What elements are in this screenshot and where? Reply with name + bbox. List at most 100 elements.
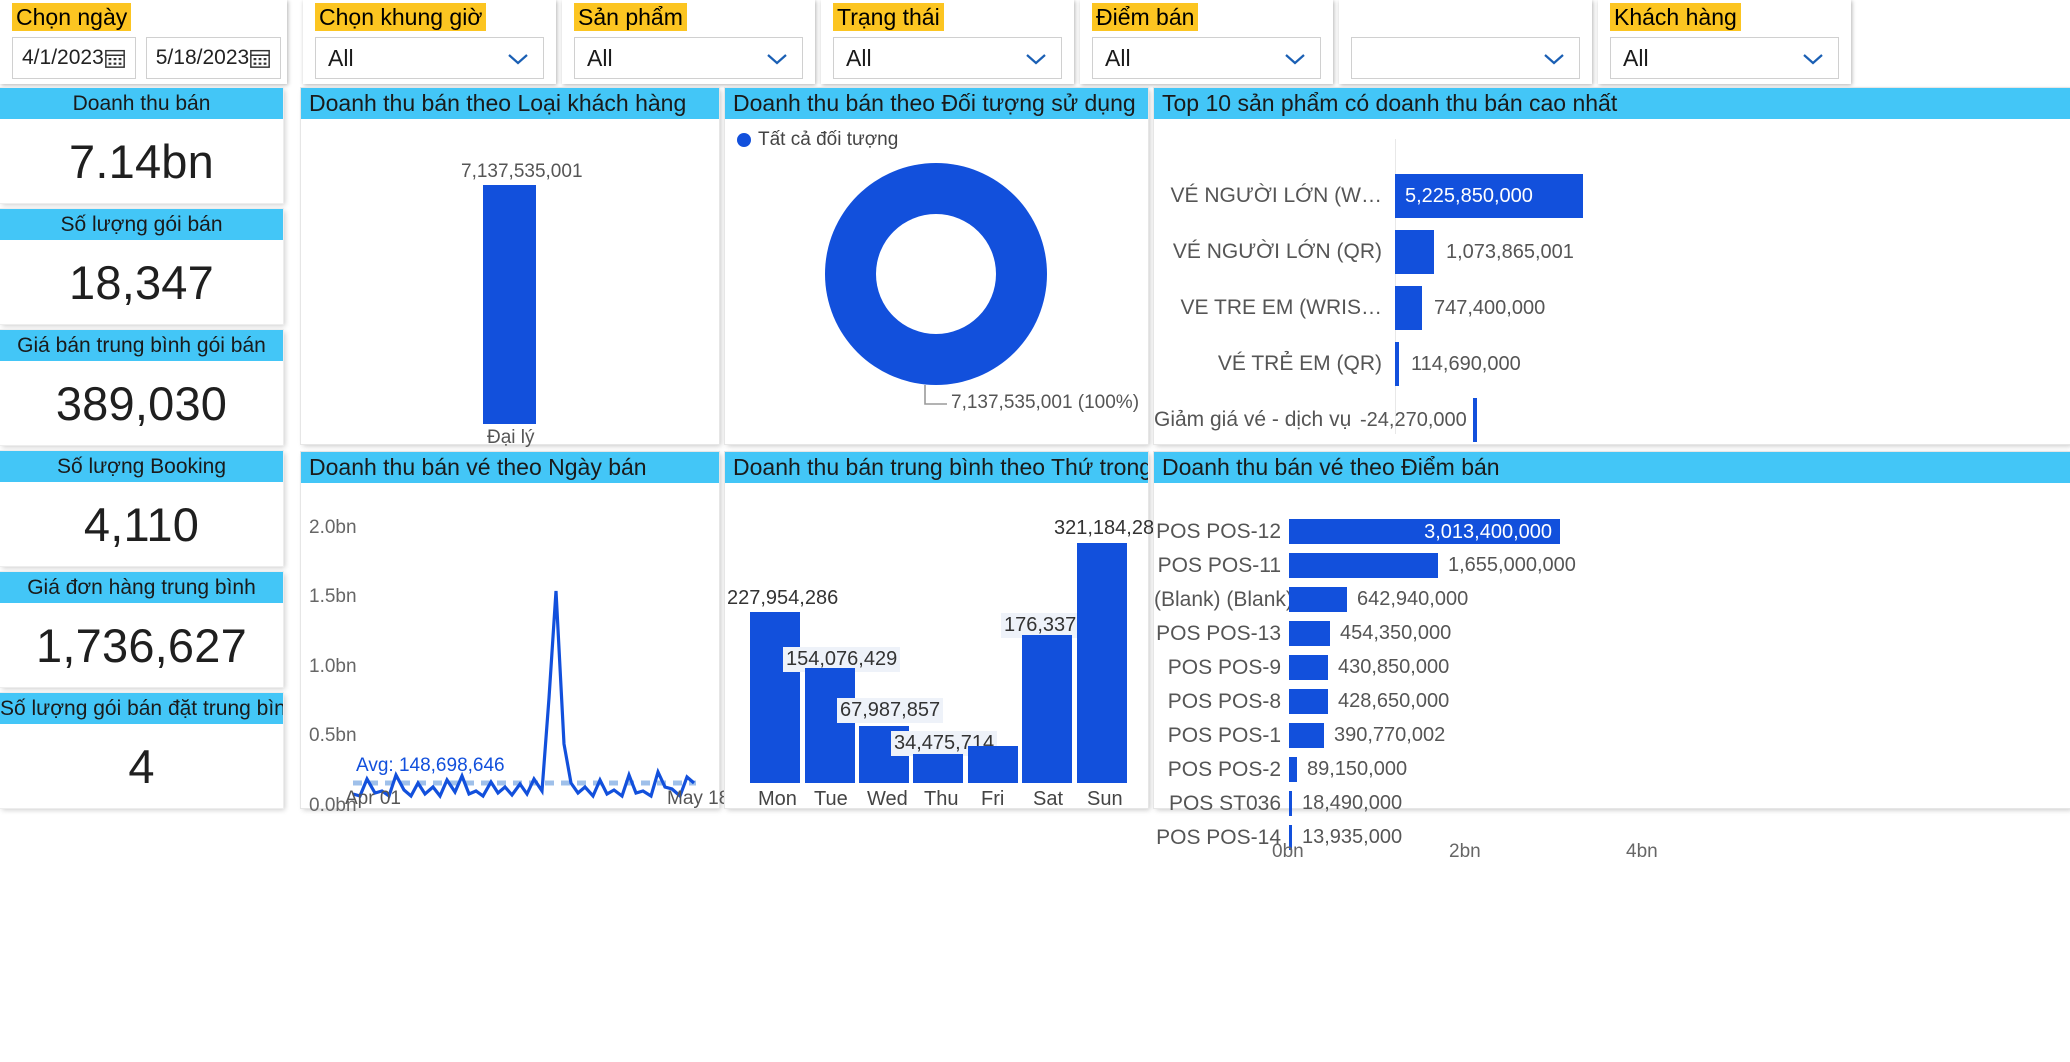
- filter-status-select[interactable]: All: [833, 37, 1062, 79]
- product-bar[interactable]: 5,225,850,000: [1395, 174, 1583, 218]
- pos-bar[interactable]: [1289, 689, 1328, 714]
- filter-status-2[interactable]: [1339, 0, 1592, 84]
- pos-row[interactable]: POS ST036 18,490,000: [1154, 791, 2070, 816]
- pos-label: POS POS-13: [1156, 621, 1281, 645]
- kpi-card-avg-order-price[interactable]: Giá đơn hàng trung bình 1,736,627: [0, 572, 283, 687]
- pos-label: POS POS-11: [1157, 553, 1281, 577]
- weekday-bar-sun[interactable]: [1077, 543, 1127, 783]
- filter-customer-select[interactable]: All: [1610, 37, 1839, 79]
- filter-customer-label: Khách hàng: [1610, 3, 1741, 31]
- panel-title: Top 10 sản phẩm có doanh thu bán cao nhấ…: [1154, 88, 2070, 119]
- pos-bar[interactable]: [1289, 723, 1324, 748]
- filter-date[interactable]: Chọn ngày 4/1/2023 5/18/2023: [0, 0, 287, 84]
- pos-bar[interactable]: [1289, 791, 1292, 816]
- chart-revenue-by-pos[interactable]: POS POS-12 3,013,400,000 POS POS-11 1,65…: [1154, 483, 2070, 862]
- product-bar[interactable]: [1395, 342, 1399, 386]
- dashboard-root: Chọn ngày 4/1/2023 5/18/2023 Chọn khung …: [0, 0, 2070, 1062]
- product-row[interactable]: VE TRE EM (WRIS… 747,400,000: [1154, 286, 2070, 330]
- product-row[interactable]: VÉ NGƯỜI LỚN (W… 5,225,850,000: [1154, 174, 2070, 218]
- filter-spacer-select[interactable]: [1351, 37, 1580, 79]
- pos-label: POS POS-14: [1156, 825, 1281, 849]
- donut-hole: [876, 214, 996, 334]
- panel-top-products[interactable]: Top 10 sản phẩm có doanh thu bán cao nhấ…: [1154, 88, 2070, 444]
- product-label: VÉ NGƯỜI LỚN (QR): [1172, 240, 1382, 263]
- product-row[interactable]: VÉ TRẺ EM (QR) 114,690,000: [1154, 342, 2070, 386]
- kpi-title: Số lượng gói bán đặt trung bình: [0, 693, 283, 724]
- pos-value: 390,770,002: [1334, 724, 1446, 746]
- chart-revenue-by-weekday[interactable]: 227,954,286 Mon 154,076,429 Tue 67,987,8…: [725, 483, 1165, 810]
- weekday-bar-mon[interactable]: [750, 612, 800, 783]
- pos-value: 3,013,400,000: [1424, 521, 1552, 543]
- weekday-bar-fri[interactable]: [968, 746, 1018, 783]
- filter-timeslot-select[interactable]: All: [315, 37, 544, 79]
- filter-timeslot[interactable]: Chọn khung giờ All: [303, 0, 556, 84]
- panel-title: Doanh thu bán trung bình theo Thứ trong …: [725, 452, 1148, 483]
- date-to-input[interactable]: 5/18/2023: [145, 37, 282, 79]
- product-bar[interactable]: [1395, 286, 1422, 330]
- chart-customer-type[interactable]: 7,137,535,001 Đại lý: [301, 119, 719, 448]
- product-value: 747,400,000: [1434, 296, 1546, 319]
- chart-top-products[interactable]: VÉ NGƯỜI LỚN (W… 5,225,850,000 VÉ NGƯỜI …: [1154, 119, 2070, 444]
- filter-customer[interactable]: Khách hàng All: [1598, 0, 1851, 84]
- pos-row[interactable]: POS POS-1 390,770,002: [1154, 723, 2070, 748]
- product-row[interactable]: Giảm giá vé - dịch vụ -24,270,000: [1154, 398, 2070, 442]
- pos-row[interactable]: POS POS-11 1,655,000,000: [1154, 553, 2070, 578]
- pos-row[interactable]: POS POS-13 454,350,000: [1154, 621, 2070, 646]
- kpi-card-avg-packages-per-booking[interactable]: Số lượng gói bán đặt trung bình 4: [0, 693, 283, 808]
- filter-status[interactable]: Trạng thái All: [821, 0, 1074, 84]
- pos-row[interactable]: (Blank) (Blank) 642,940,000: [1154, 587, 2070, 612]
- filter-product-select[interactable]: All: [574, 37, 803, 79]
- panel-revenue-by-audience[interactable]: Doanh thu bán theo Đối tượng sử dụng Tất…: [725, 88, 1148, 444]
- pos-row[interactable]: POS POS-2 89,150,000: [1154, 757, 2070, 782]
- kpi-card-avg-package-price[interactable]: Giá bán trung bình gói bán 389,030: [0, 330, 283, 445]
- pos-bar[interactable]: [1289, 621, 1330, 646]
- filter-product[interactable]: Sản phẩm All: [562, 0, 815, 84]
- kpi-card-booking-count[interactable]: Số lượng Booking 4,110: [0, 451, 283, 566]
- panel-revenue-by-pos[interactable]: Doanh thu bán vé theo Điểm bán POS POS-1…: [1154, 452, 2070, 862]
- date-from-value: 4/1/2023: [22, 46, 104, 69]
- kpi-card-revenue[interactable]: Doanh thu bán 7.14bn: [0, 88, 283, 203]
- product-label: VE TRE EM (WRIS…: [1180, 296, 1382, 319]
- product-label: VÉ TRẺ EM (QR): [1217, 352, 1382, 375]
- panel-title: Doanh thu bán theo Loại khách hàng: [301, 88, 719, 119]
- weekday-bar-tue[interactable]: [805, 668, 855, 783]
- filter-pos[interactable]: Điểm bán All: [1080, 0, 1333, 84]
- filter-customer-value: All: [1623, 44, 1649, 71]
- pos-row[interactable]: POS POS-12 3,013,400,000: [1154, 519, 2070, 544]
- date-from-input[interactable]: 4/1/2023: [12, 37, 136, 79]
- chart-audience-donut[interactable]: Tất cả đối tượng 7,137,535,001 (100%): [725, 119, 1148, 444]
- product-bar[interactable]: [1395, 230, 1434, 274]
- kpi-card-package-count[interactable]: Số lượng gói bán 18,347: [0, 209, 283, 324]
- pos-value: 1,655,000,000: [1448, 554, 1576, 576]
- panel-revenue-by-weekday[interactable]: Doanh thu bán trung bình theo Thứ trong …: [725, 452, 1165, 810]
- pos-row[interactable]: POS POS-9 430,850,000: [1154, 655, 2070, 680]
- weekday-label: Sun: [1087, 788, 1123, 810]
- panel-revenue-by-date[interactable]: Doanh thu bán vé theo Ngày bán 2.0bn 1.5…: [301, 452, 729, 816]
- pos-bar[interactable]: [1289, 587, 1347, 612]
- chart-revenue-by-date[interactable]: 2.0bn 1.5bn 1.0bn 0.5bn 0.0bn Avg: 148,6…: [301, 483, 729, 816]
- pos-bar[interactable]: [1289, 757, 1297, 782]
- pos-label: POS POS-8: [1167, 689, 1281, 713]
- panel-revenue-by-customer-type[interactable]: Doanh thu bán theo Loại khách hàng 7,137…: [301, 88, 719, 448]
- product-value: 114,690,000: [1411, 352, 1521, 375]
- filter-pos-select[interactable]: All: [1092, 37, 1321, 79]
- weekday-value: 67,987,857: [837, 698, 944, 723]
- product-bar-negative[interactable]: [1472, 398, 1477, 442]
- pos-bar[interactable]: 3,013,400,000: [1289, 519, 1560, 544]
- panel-title: Doanh thu bán vé theo Ngày bán: [301, 452, 719, 483]
- bar-dai-ly[interactable]: [483, 185, 536, 424]
- pos-bar[interactable]: [1289, 655, 1328, 680]
- kpi-value: 7.14bn: [69, 134, 214, 188]
- pos-row[interactable]: POS POS-8 428,650,000: [1154, 689, 2070, 714]
- chevron-down-icon: [1285, 54, 1305, 65]
- product-row[interactable]: VÉ NGƯỜI LỚN (QR) 1,073,865,001: [1154, 230, 2070, 274]
- kpi-title: Giá bán trung bình gói bán: [0, 330, 283, 361]
- weekday-bar-thu[interactable]: [913, 754, 963, 783]
- pos-value: 430,850,000: [1338, 656, 1450, 678]
- filter-timeslot-label: Chọn khung giờ: [315, 3, 487, 31]
- bar-category-label: Đại lý: [487, 427, 535, 448]
- weekday-bar-sat[interactable]: [1022, 635, 1072, 783]
- kpi-title: Doanh thu bán: [0, 88, 283, 119]
- pos-bar[interactable]: [1289, 553, 1438, 578]
- weekday-label: Sat: [1033, 788, 1064, 810]
